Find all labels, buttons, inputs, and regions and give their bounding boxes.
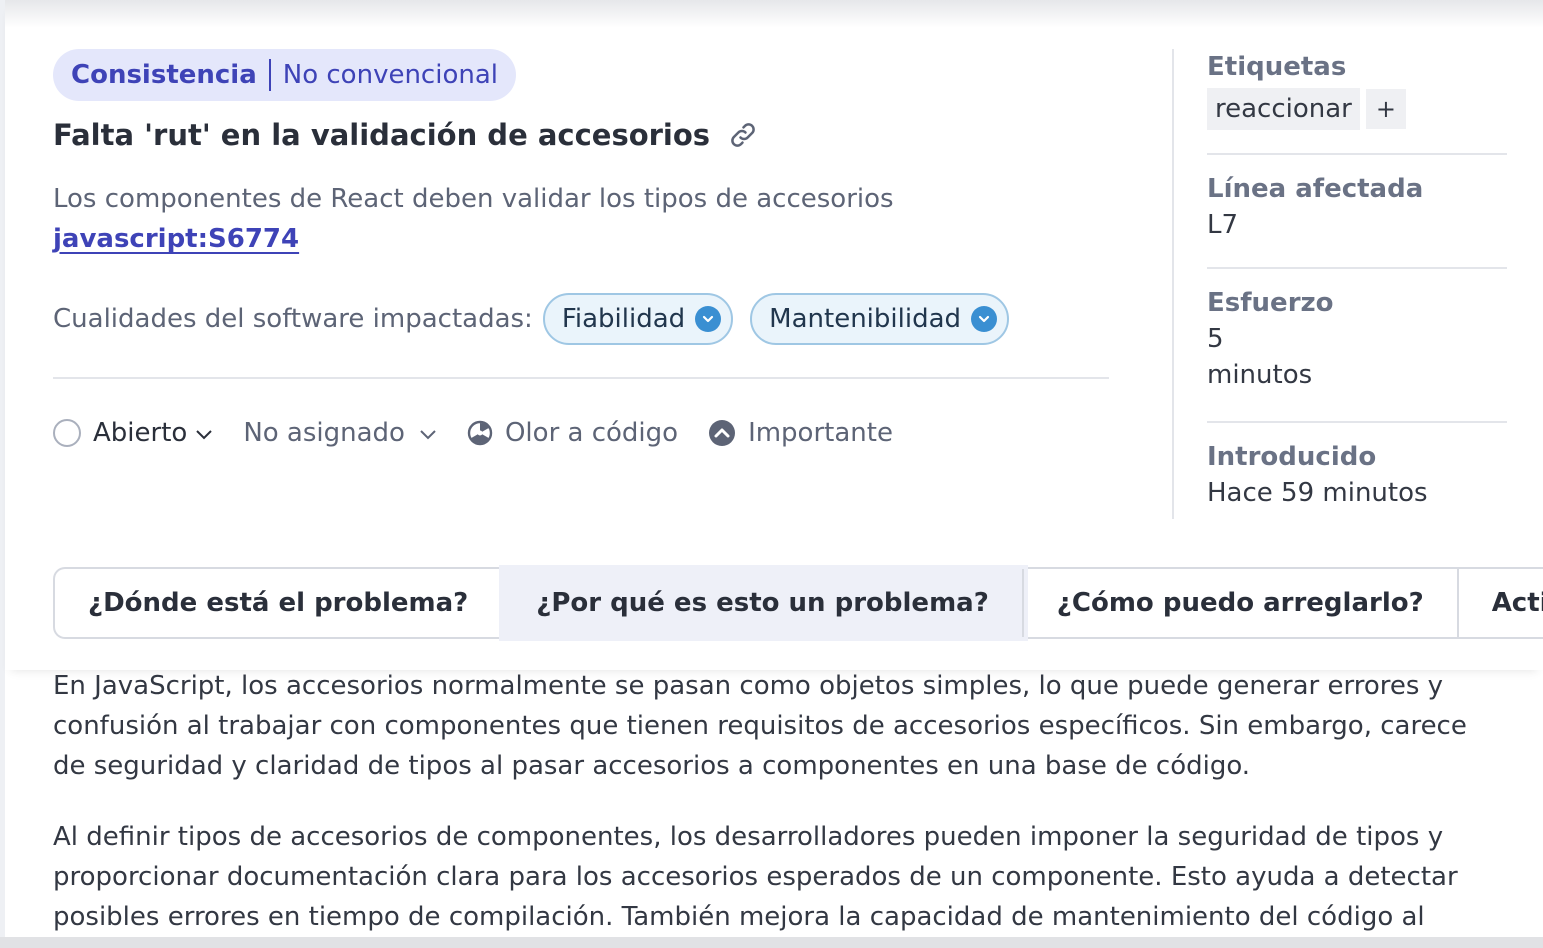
issue-type-label: Olor a código — [504, 418, 679, 448]
issue-status-row: Abierto No asignado Olor a código Import… — [53, 410, 923, 456]
rule-key-link[interactable]: javascript:S6774 — [53, 224, 299, 254]
add-tag-button[interactable]: + — [1365, 89, 1406, 129]
link-icon[interactable] — [728, 120, 758, 150]
chevron-down-circle-icon — [971, 306, 998, 332]
quality-name: Mantenibilidad — [769, 304, 962, 334]
rule-explanation: En JavaScript, los accesorios normalment… — [53, 666, 1503, 948]
tab-activity[interactable]: Actividad — [1459, 569, 1543, 637]
chevron-down-circle-icon — [695, 306, 722, 332]
code-smell-icon — [467, 420, 493, 446]
qualities-label: Cualidades del software impactadas: — [53, 304, 533, 334]
effort-value: 5 — [1207, 324, 1224, 354]
issue-title: Falta 'rut' en la validación de accesori… — [53, 118, 711, 152]
severity-major-icon — [708, 419, 736, 447]
assignee-dropdown[interactable]: No asignado — [243, 418, 437, 448]
status-label: Abierto — [93, 418, 188, 448]
effort-label: Esfuerzo — [1207, 288, 1334, 318]
introduced-label: Introducido — [1207, 442, 1377, 472]
effort-unit: minutos — [1207, 360, 1313, 390]
sidebar-separator — [1207, 267, 1507, 269]
tags-section: Etiquetas reaccionar + — [1207, 52, 1507, 130]
severity-label: Importante — [748, 418, 893, 448]
assignee-label: No asignado — [243, 418, 405, 448]
open-circle-icon — [53, 419, 81, 447]
sidebar-divider — [1172, 49, 1174, 519]
explanation-paragraph: En JavaScript, los accesorios normalment… — [53, 671, 1467, 781]
chevron-down-icon — [195, 418, 213, 448]
issue-severity: Importante — [708, 418, 893, 448]
header-divider — [53, 377, 1109, 379]
affected-line-label: Línea afectada — [1207, 174, 1424, 204]
issue-page: Consistencia No convencional Falta 'rut'… — [0, 0, 1543, 948]
clean-code-category: Consistencia — [71, 60, 257, 90]
sidebar-separator — [1207, 153, 1507, 155]
tag-chip[interactable]: reaccionar — [1207, 88, 1360, 130]
chevron-down-icon — [419, 418, 437, 448]
tab-where[interactable]: ¿Dónde está el problema? — [55, 569, 504, 637]
clean-code-attribute: No convencional — [282, 60, 498, 90]
tab-how-to-fix[interactable]: ¿Cómo puedo arreglarlo? — [1024, 569, 1459, 637]
badge-separator — [268, 59, 271, 91]
issue-tabs: ¿Dónde está el problema? ¿Por qué es est… — [53, 565, 1543, 641]
effort-section: Esfuerzo 5 minutos — [1207, 288, 1507, 390]
quality-pill-maintainability[interactable]: Mantenibilidad — [750, 293, 1010, 345]
quality-name: Fiabilidad — [561, 304, 686, 334]
rule-description: Los componentes de React deben validar l… — [53, 184, 894, 214]
explanation-paragraph: Al definir tipos de accesorios de compon… — [53, 822, 1458, 932]
quality-pill-reliability[interactable]: Fiabilidad — [542, 293, 734, 345]
bottom-scroll-edge — [0, 937, 1543, 948]
status-dropdown[interactable]: Abierto — [53, 418, 213, 448]
affected-line-section: Línea afectada L7 — [1207, 174, 1507, 240]
top-shadow — [5, 0, 1543, 28]
issue-type: Olor a código — [467, 418, 678, 448]
clean-code-badge[interactable]: Consistencia No convencional — [53, 49, 516, 101]
issue-title-row: Falta 'rut' en la validación de accesori… — [53, 118, 758, 152]
affected-line-value: L7 — [1207, 210, 1239, 240]
tags-label: Etiquetas — [1207, 52, 1347, 82]
sidebar-separator — [1207, 421, 1507, 423]
tab-why[interactable]: ¿Por qué es esto un problema? — [499, 565, 1028, 641]
software-qualities: Cualidades del software impactadas: Fiab… — [53, 293, 1026, 345]
introduced-value: Hace 59 minutos — [1207, 478, 1428, 508]
introduced-section: Introducido Hace 59 minutos — [1207, 442, 1507, 508]
